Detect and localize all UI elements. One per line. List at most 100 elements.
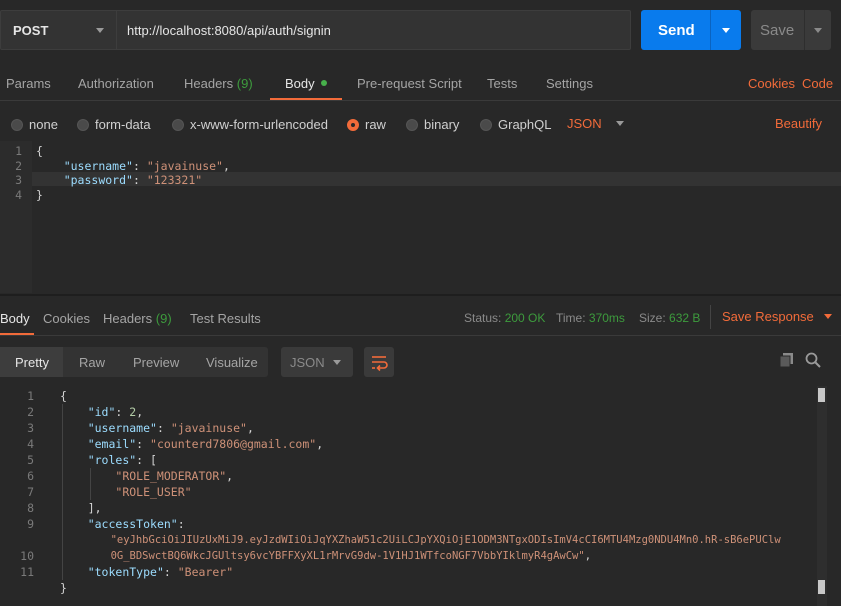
radio-icon	[11, 119, 23, 131]
view-visualize-button[interactable]: Visualize	[206, 347, 258, 377]
line-number: 4	[27, 437, 34, 451]
code-line: {	[60, 389, 67, 403]
code-line: "accessToken":	[87, 517, 185, 531]
code-line: 0G_BDSwctBQ6WkcJGUltsy6vcYBFFXyXL1rMrvG9…	[110, 550, 592, 562]
scrollbar-thumb[interactable]	[818, 580, 825, 594]
response-scrollbar[interactable]	[817, 386, 827, 606]
line-number: 1	[15, 144, 22, 158]
code-line: "ROLE_USER"	[60, 484, 781, 500]
wrap-lines-button[interactable]	[364, 347, 394, 377]
json-key: "username"	[87, 421, 157, 435]
divider	[0, 335, 841, 336]
radio-form-data[interactable]: form-data	[77, 117, 151, 132]
response-tab-body[interactable]: Body	[0, 311, 30, 326]
tab-headers-label: Headers	[184, 76, 234, 91]
beautify-link[interactable]: Beautify	[775, 116, 822, 131]
tab-tests[interactable]: Tests	[487, 76, 517, 91]
request-code: { "username": "javainuse", "password": "…	[36, 144, 230, 202]
response-tab-headers-label: Headers	[103, 311, 153, 326]
save-button[interactable]: Save	[751, 10, 804, 50]
radio-none[interactable]: none	[11, 117, 58, 132]
chevron-down-icon	[722, 28, 730, 33]
response-format-label: JSON	[290, 355, 325, 370]
cookies-link[interactable]: Cookies	[748, 76, 795, 91]
tab-authorization[interactable]: Authorization	[78, 76, 154, 91]
line-number: 11	[20, 565, 34, 579]
view-raw-button[interactable]: Raw	[79, 347, 105, 377]
response-tab-cookies[interactable]: Cookies	[43, 311, 90, 326]
radio-icon	[172, 119, 184, 131]
radio-urlencoded[interactable]: x-www-form-urlencoded	[172, 117, 328, 132]
copy-icon[interactable]	[779, 352, 795, 371]
line-number: 2	[15, 158, 22, 173]
time-value: 370ms	[588, 311, 625, 325]
code-line: "password": "123321"	[63, 173, 203, 187]
radio-raw[interactable]: raw	[347, 117, 386, 132]
code-line: }	[60, 581, 67, 595]
size-label: Size:	[639, 311, 666, 325]
response-tab-headers[interactable]: Headers (9)	[103, 311, 172, 326]
tab-body[interactable]: Body	[285, 76, 327, 91]
radio-selected-icon	[347, 119, 359, 131]
line-number: 2	[27, 405, 34, 419]
response-format-select[interactable]: JSON	[281, 347, 353, 377]
view-preview-button[interactable]: Preview	[133, 347, 179, 377]
send-dropdown-button[interactable]	[710, 10, 741, 50]
json-value: "Bearer"	[177, 565, 234, 579]
scrollbar-thumb[interactable]	[818, 388, 825, 402]
radio-urlencoded-label: x-www-form-urlencoded	[190, 117, 328, 132]
url-text: http://localhost:8080/api/auth/signin	[127, 23, 331, 38]
json-key: "username"	[63, 158, 133, 173]
line-number: 3	[15, 173, 22, 187]
radio-binary-label: binary	[424, 117, 460, 132]
line-number: 6	[27, 469, 34, 483]
radio-graphql[interactable]: GraphQL	[480, 117, 551, 132]
divider	[710, 305, 711, 329]
save-label: Save	[760, 22, 795, 39]
radio-graphql-label: GraphQL	[498, 117, 552, 132]
response-tab-test-results[interactable]: Test Results	[190, 311, 261, 326]
tab-body-label: Body	[285, 76, 315, 91]
tab-headers[interactable]: Headers (9)	[184, 76, 253, 91]
json-value: 0G_BDSwctBQ6WkcJGUltsy6vcYBFFXyXL1rMrvG9…	[110, 550, 585, 562]
code-line: ],	[60, 501, 102, 515]
chevron-down-icon	[333, 360, 341, 365]
pane-splitter[interactable]	[0, 294, 841, 296]
chevron-down-icon	[615, 121, 624, 126]
send-button[interactable]: Send	[641, 10, 710, 50]
tab-settings[interactable]: Settings	[546, 76, 593, 91]
save-response-button[interactable]: Save Response	[722, 309, 832, 324]
radio-binary[interactable]: binary	[406, 117, 459, 132]
code-line: "username": "javainuse",	[63, 158, 230, 173]
url-input[interactable]: http://localhost:8080/api/auth/signin	[117, 10, 631, 50]
code-line: {	[36, 144, 43, 158]
body-format-select[interactable]: JSON	[567, 116, 624, 131]
json-value: "ROLE_MODERATOR"	[115, 469, 227, 483]
status-label: Status:	[464, 311, 502, 325]
tab-prerequest-script[interactable]: Pre-request Script	[357, 76, 462, 91]
radio-none-label: none	[29, 117, 58, 132]
tab-params[interactable]: Params	[6, 76, 51, 91]
response-line-numbers: 1 2 3 4 5 6 7 8 9 10 11	[12, 388, 34, 580]
status-readout: Status: 200 OK	[464, 311, 545, 325]
view-pretty-button[interactable]: Pretty	[0, 347, 63, 377]
chevron-down-icon	[823, 314, 832, 319]
radio-icon	[406, 119, 418, 131]
code-line: "id": 2,	[87, 405, 144, 419]
request-line-numbers: 1 2 3 4	[0, 144, 22, 202]
line-number: 1	[27, 389, 34, 403]
radio-form-data-label: form-data	[95, 117, 151, 132]
json-key: "password"	[63, 173, 133, 187]
search-icon[interactable]	[805, 352, 821, 371]
json-key: "accessToken"	[87, 517, 178, 531]
code-link[interactable]: Code	[802, 76, 833, 91]
json-value: "123321"	[146, 173, 203, 187]
wrap-icon	[372, 356, 388, 372]
code-line: }	[36, 187, 43, 202]
method-select[interactable]: POST	[0, 10, 117, 50]
status-value: 200 OK	[504, 311, 546, 325]
code-line: "eyJhbGciOiJIUzUxMiJ9.eyJzdWIiOiJqYXZhaW…	[60, 532, 781, 548]
save-dropdown-button[interactable]	[804, 10, 831, 50]
json-value: "eyJhbGciOiJIUzUxMiJ9.eyJzdWIiOiJqYXZhaW…	[110, 534, 781, 546]
json-value: "counterd7806@gmail.com"	[150, 437, 317, 451]
